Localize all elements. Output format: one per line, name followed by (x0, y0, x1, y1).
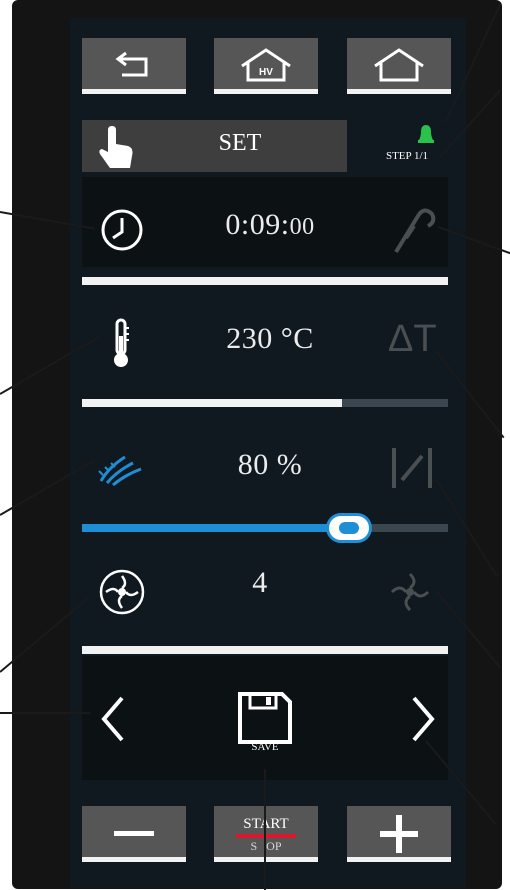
humidity-slider-handle[interactable] (329, 516, 370, 540)
fan-divider-bar (82, 646, 448, 654)
set-label: SET (218, 130, 262, 156)
temperature-value[interactable]: 230 °C (195, 322, 345, 356)
steam-icon[interactable] (95, 447, 147, 487)
chevron-right-icon[interactable] (408, 694, 440, 744)
floppy-disk-icon[interactable] (236, 690, 294, 746)
start-stop-button[interactable]: START S OP (214, 806, 318, 862)
minus-button[interactable] (82, 806, 186, 862)
humidity-fill (82, 524, 350, 532)
home-hv-label: HV (259, 67, 273, 78)
damper-valve-icon[interactable] (386, 444, 438, 492)
plus-icon (380, 815, 418, 853)
home-icon (374, 48, 424, 82)
cooking-time-value[interactable]: 0:09:00 (200, 208, 340, 242)
time-divider-bar (82, 277, 448, 285)
home-button[interactable] (347, 38, 451, 94)
return-arrow-icon (115, 51, 148, 77)
delta-t-icon[interactable]: ΔT (388, 318, 437, 361)
home-hv-button[interactable]: HV (214, 38, 318, 94)
bell-icon (418, 125, 434, 143)
fan-speed-value[interactable]: 4 (235, 566, 285, 600)
thermometer-icon[interactable] (111, 318, 131, 370)
start-stop-separator (236, 833, 296, 838)
back-button[interactable] (82, 38, 186, 94)
hand-pointer-icon (99, 126, 133, 168)
humidity-value[interactable]: 80 % (205, 448, 335, 482)
plus-button[interactable] (347, 806, 451, 862)
clock-icon[interactable] (97, 205, 147, 255)
time-seconds: 00 (289, 214, 315, 240)
chevron-left-icon[interactable] (96, 694, 128, 744)
fan-disabled-icon[interactable] (386, 568, 434, 616)
core-probe-icon[interactable] (388, 200, 438, 256)
save-label[interactable]: SAVE (238, 741, 292, 753)
start-label: START (243, 815, 289, 832)
fan-icon[interactable] (96, 566, 148, 618)
home-hv-icon: HV (241, 48, 291, 82)
step-indicator: STEP 1/1 (385, 150, 429, 162)
minus-icon (114, 831, 154, 836)
temperature-fill (82, 399, 342, 407)
time-main: 0:09: (225, 208, 290, 241)
